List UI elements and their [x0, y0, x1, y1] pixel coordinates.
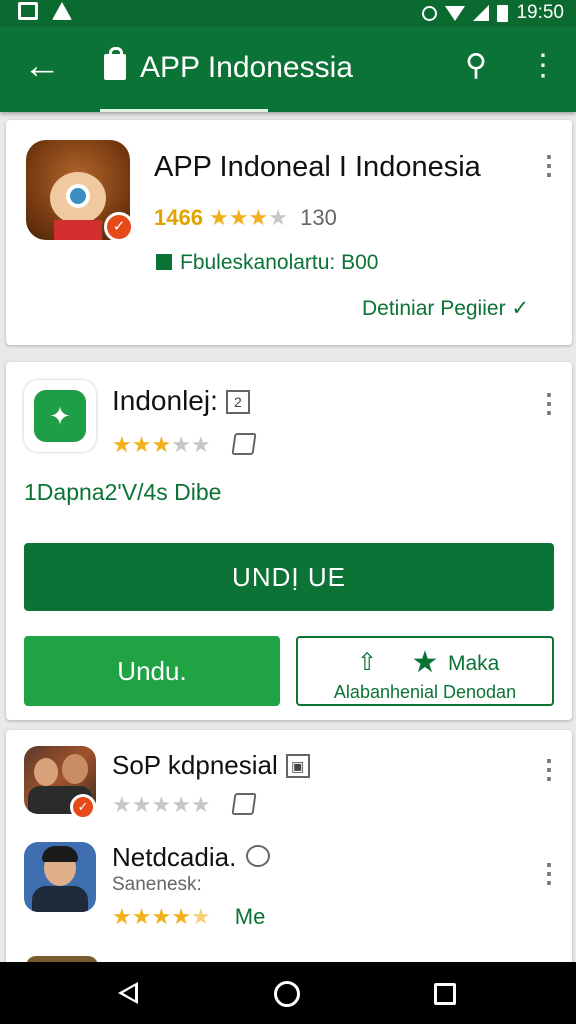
- rating-row: ★★★★★: [112, 432, 257, 458]
- app-card-detail[interactable]: ✦ Indonlej: 2 ⋮ ★★★★★ 1Dapna2'V/4s Dibe U…: [6, 362, 572, 720]
- app-title-text: Indonlej:: [112, 385, 218, 416]
- rating-row: ★★★★★: [112, 792, 257, 818]
- chat-bubble-icon: [246, 845, 271, 867]
- tab-indicator: [100, 109, 268, 112]
- wishlist-sublabel: Alabanhenial Denodan: [333, 682, 517, 702]
- status-time: 19:50: [516, 2, 564, 23]
- rating-row: 1466 ★★★★ 130: [154, 204, 337, 232]
- star-icon: ★: [171, 904, 191, 929]
- download-badge-icon: [156, 254, 172, 270]
- star-icon: ★: [228, 205, 249, 230]
- star-icon: ★: [151, 792, 172, 817]
- app-card-featured[interactable]: ✓ APP Indoneal I Indonesia ⋮ 1466 ★★★★ 1…: [6, 120, 572, 345]
- star-icon: ★: [131, 432, 152, 457]
- star-icon: ★: [151, 904, 172, 929]
- list-more-icon[interactable]: ⋮: [536, 858, 562, 890]
- star-icon: ★: [411, 646, 439, 679]
- rating-row: ★★★★★ Me: [112, 904, 265, 930]
- note-icon: [231, 793, 257, 815]
- star-icon: ★: [131, 792, 152, 817]
- verified-badge-icon: ✓: [104, 212, 134, 242]
- app-meta: 1Dapna2'V/4s Dibe: [24, 479, 222, 505]
- avatar: [24, 842, 96, 912]
- list-item-title-text: Netdcadia.: [112, 842, 237, 872]
- list-item-title-text: SoP kdpnesial: [112, 750, 278, 780]
- star-icon: ★: [171, 432, 191, 457]
- page-title: APP Indonessia: [140, 51, 353, 84]
- card-more-icon[interactable]: ⋮: [536, 388, 562, 420]
- rating-count: 130: [300, 205, 337, 230]
- signal-icon: [473, 5, 490, 21]
- share-upload-icon: ⇧: [356, 649, 378, 676]
- star-half-icon: ★: [190, 904, 211, 929]
- share-icon[interactable]: ⚲: [458, 48, 494, 84]
- list-item-subtitle: Sanenesk:: [112, 874, 202, 895]
- star-icon: ★: [112, 792, 132, 817]
- details-link[interactable]: Detiniar Pegiier ✓: [362, 296, 529, 322]
- battery-icon: [497, 4, 509, 22]
- download-button[interactable]: Undu.: [24, 636, 280, 706]
- star-icon: ★: [209, 205, 229, 230]
- install-button[interactable]: UNDỊ UE: [24, 543, 554, 611]
- star-icon: ★: [112, 904, 132, 929]
- downloads-row: Fbuleskanolartu: B00: [156, 250, 378, 276]
- details-link-label: Detiniar Pegiier: [362, 297, 506, 320]
- chevron-down-icon: ✓: [511, 297, 530, 320]
- list-item-suffix: Me: [234, 904, 266, 929]
- alarm-icon: [422, 5, 438, 21]
- wishlist-button[interactable]: ⇧ ★ Maka Alabanhenial Denodan: [296, 636, 554, 706]
- sparkle-icon: ✦: [34, 390, 86, 442]
- shopping-bag-icon: [104, 47, 126, 80]
- card-more-icon[interactable]: ⋮: [536, 150, 562, 182]
- star-icon: ★: [268, 205, 289, 230]
- star-icon: ★: [112, 432, 132, 457]
- status-bar: 19:50: [0, 0, 576, 26]
- note-icon: [231, 433, 257, 455]
- wishlist-label: Maka: [448, 652, 500, 675]
- more-vert-icon[interactable]: ⋮: [528, 48, 558, 84]
- system-nav-bar: [0, 962, 576, 1024]
- star-icon: ★: [190, 432, 211, 457]
- star-icon: ★: [151, 432, 172, 457]
- image-box-icon: ▣: [285, 754, 310, 778]
- app-title: APP Indoneal I Indonesia: [154, 151, 481, 183]
- downloads-text: Fbuleskanolartu: B00: [180, 251, 379, 274]
- wifi-icon: [445, 5, 466, 21]
- star-icon: ★: [248, 205, 269, 230]
- arrow-back-icon[interactable]: ←: [22, 46, 62, 86]
- nav-recents-icon[interactable]: [434, 983, 456, 1005]
- star-icon: ★: [131, 904, 152, 929]
- verified-badge-icon: ✓: [70, 794, 96, 820]
- notification-drive-icon: [52, 2, 72, 20]
- app-title: Indonlej: 2: [112, 384, 250, 418]
- star-icon: ★: [190, 792, 211, 817]
- rating-value: 1466: [154, 205, 203, 230]
- notification-app-icon: [18, 2, 38, 20]
- list-more-icon[interactable]: ⋮: [536, 754, 562, 786]
- list-item-title: Netdcadia.: [112, 842, 271, 872]
- nav-home-icon[interactable]: [274, 981, 300, 1007]
- star-icon: ★: [171, 792, 191, 817]
- app-bar: ← APP Indonessia ⚲ ⋮: [0, 26, 576, 112]
- app-icon[interactable]: ✦: [24, 380, 96, 452]
- badge-box-icon: 2: [225, 390, 250, 414]
- list-item-title: SoP kdpnesial ▣: [112, 750, 310, 780]
- app-list-card: ✓ SoP kdpnesial ▣ ★★★★★ ⋮ Netdcadia. Sane…: [6, 730, 572, 970]
- nav-back-icon[interactable]: [118, 982, 138, 1004]
